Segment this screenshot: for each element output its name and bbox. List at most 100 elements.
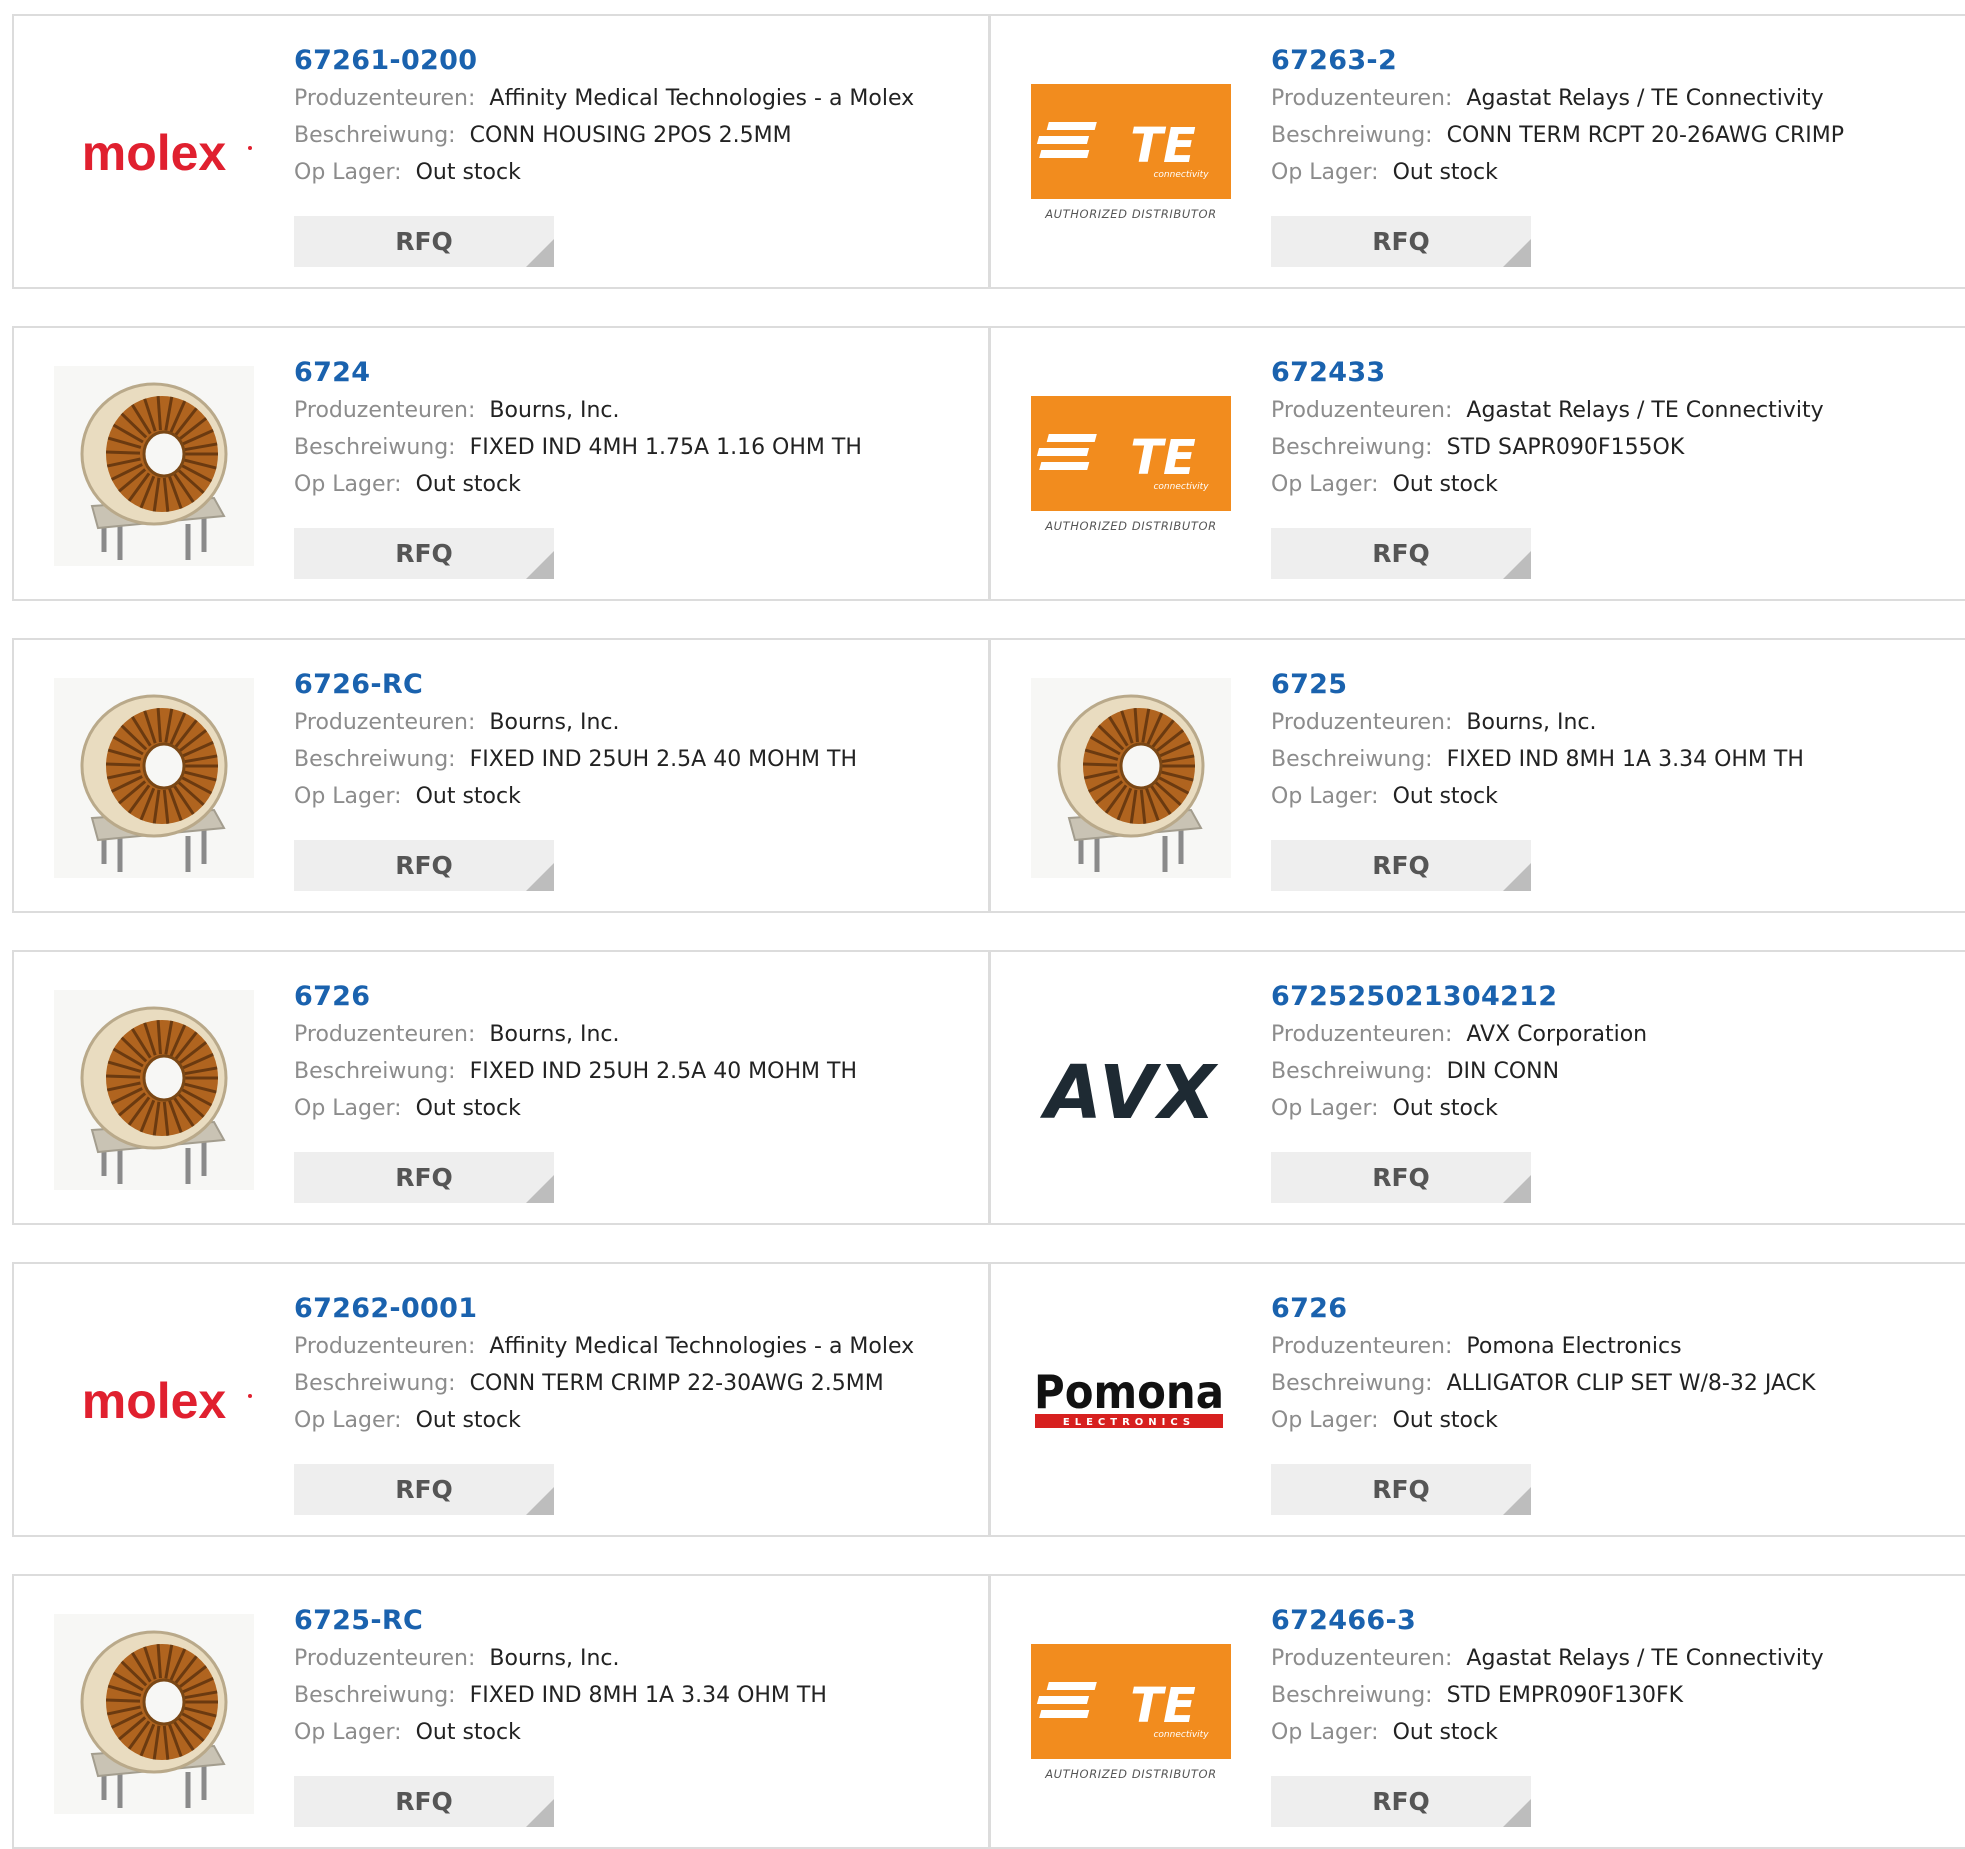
description-value: CONN HOUSING 2POS 2.5MM bbox=[469, 123, 792, 148]
manufacturer-value: Bourns, Inc. bbox=[489, 710, 620, 735]
corner-triangle-icon bbox=[1503, 863, 1531, 891]
part-number-link[interactable]: 67262-0001 bbox=[294, 1290, 978, 1328]
product-info: 67261-0200 Produzenteuren: Affinity Medica… bbox=[294, 42, 978, 191]
manufacturer-label: Produzenteuren: bbox=[1271, 86, 1453, 111]
rfq-button[interactable]: RFQ bbox=[294, 1152, 554, 1203]
stock-label: Op Lager: bbox=[294, 1408, 402, 1433]
te-connectivity-logo: TEconnectivity AUTHORIZED DISTRIBUTOR bbox=[1031, 84, 1231, 221]
product-row: 6725-RC Produzenteuren: Bourns, Inc. Beschr… bbox=[12, 1574, 1965, 1849]
svg-text:molex: molex bbox=[82, 1373, 227, 1429]
avx-logo: AVX bbox=[1040, 1050, 1218, 1130]
part-number-link[interactable]: 6726 bbox=[294, 978, 978, 1016]
info-line-manufacturer: Produzenteuren: Agastat Relays / TE Conne… bbox=[1271, 1640, 1955, 1677]
description-label: Beschreiwung: bbox=[294, 123, 456, 148]
description-value: FIXED IND 4MH 1.75A 1.16 OHM TH bbox=[469, 435, 862, 460]
info-line-manufacturer: Produzenteuren: Bourns, Inc. bbox=[1271, 704, 1955, 741]
product-row: molex 67262-0001 Produzenteuren: Affinity M… bbox=[12, 1262, 1965, 1537]
part-number-link[interactable]: 672433 bbox=[1271, 354, 1955, 392]
rfq-button[interactable]: RFQ bbox=[294, 1776, 554, 1827]
part-number-link[interactable]: 6726 bbox=[1271, 1290, 1955, 1328]
manufacturer-label: Produzenteuren: bbox=[294, 1334, 476, 1359]
manufacturer-logo: TE connectivity AUTHORIZED DISTRIBUTOR bbox=[1031, 366, 1231, 566]
stock-value: Out stock bbox=[415, 472, 521, 497]
manufacturer-value: AVX Corporation bbox=[1466, 1022, 1648, 1047]
manufacturer-value: Agastat Relays / TE Connectivity bbox=[1466, 398, 1824, 423]
corner-triangle-icon bbox=[526, 1175, 554, 1203]
corner-triangle-icon bbox=[526, 551, 554, 579]
svg-text:connectivity: connectivity bbox=[1153, 482, 1209, 492]
product-card: molex 67262-0001 Produzenteuren: Affinity M… bbox=[12, 1262, 990, 1537]
svg-text:connectivity: connectivity bbox=[1153, 170, 1209, 180]
manufacturer-label: Produzenteuren: bbox=[294, 1646, 476, 1671]
part-number-link[interactable]: 67263-2 bbox=[1271, 42, 1955, 80]
info-line-stock: Op Lager: Out stock bbox=[294, 154, 978, 191]
rfq-label: RFQ bbox=[395, 851, 453, 880]
rfq-label: RFQ bbox=[1372, 1475, 1430, 1504]
stock-label: Op Lager: bbox=[294, 160, 402, 185]
corner-triangle-icon bbox=[1503, 1799, 1531, 1827]
corner-triangle-icon bbox=[1503, 1487, 1531, 1515]
rfq-button[interactable]: RFQ bbox=[294, 840, 554, 891]
part-number-link[interactable]: 672466-3 bbox=[1271, 1602, 1955, 1640]
svg-text:connectivity: connectivity bbox=[1153, 1730, 1209, 1740]
product-info: 672525021304212 Produzenteuren: AVX Corpor… bbox=[1271, 978, 1955, 1127]
description-label: Beschreiwung: bbox=[1271, 747, 1433, 772]
svg-text:Pomona: Pomona bbox=[1034, 1365, 1224, 1419]
rfq-button[interactable]: RFQ bbox=[1271, 1776, 1531, 1827]
manufacturer-logo: AVX bbox=[1031, 990, 1231, 1190]
manufacturer-logo: TE connectivity AUTHORIZED DISTRIBUTOR bbox=[1031, 54, 1231, 254]
info-line-description: Beschreiwung: FIXED IND 4MH 1.75A 1.16 OH… bbox=[294, 429, 978, 466]
description-label: Beschreiwung: bbox=[294, 1371, 456, 1396]
info-line-description: Beschreiwung: ALLIGATOR CLIP SET W/8-32 J… bbox=[1271, 1365, 1955, 1402]
product-card: molex 67261-0200 Produzenteuren: Affinity M… bbox=[12, 14, 990, 289]
manufacturer-logo bbox=[54, 990, 254, 1190]
rfq-label: RFQ bbox=[1372, 851, 1430, 880]
pomona-logo: PomonaELECTRONICS bbox=[1034, 1365, 1224, 1428]
rfq-label: RFQ bbox=[395, 539, 453, 568]
description-value: STD SAPR090F155OK bbox=[1446, 435, 1685, 460]
part-number-link[interactable]: 672525021304212 bbox=[1271, 978, 1955, 1016]
stock-value: Out stock bbox=[415, 1720, 521, 1745]
info-line-manufacturer: Produzenteuren: Bourns, Inc. bbox=[294, 1016, 978, 1053]
rfq-button[interactable]: RFQ bbox=[1271, 840, 1531, 891]
part-number-link[interactable]: 6726-RC bbox=[294, 666, 978, 704]
manufacturer-value: Pomona Electronics bbox=[1466, 1334, 1682, 1359]
info-line-stock: Op Lager: Out stock bbox=[1271, 466, 1955, 503]
product-row: 6724 Produzenteuren: Bourns, Inc. Beschreiw… bbox=[12, 326, 1965, 601]
svg-text:AUTHORIZED DISTRIBUTOR: AUTHORIZED DISTRIBUTOR bbox=[1044, 207, 1217, 221]
rfq-button[interactable]: RFQ bbox=[294, 528, 554, 579]
description-label: Beschreiwung: bbox=[294, 1683, 456, 1708]
stock-label: Op Lager: bbox=[1271, 1720, 1379, 1745]
rfq-button[interactable]: RFQ bbox=[294, 216, 554, 267]
info-line-manufacturer: Produzenteuren: Agastat Relays / TE Conne… bbox=[1271, 392, 1955, 429]
rfq-button[interactable]: RFQ bbox=[1271, 216, 1531, 267]
rfq-label: RFQ bbox=[1372, 1787, 1430, 1816]
info-line-manufacturer: Produzenteuren: AVX Corporation bbox=[1271, 1016, 1955, 1053]
stock-value: Out stock bbox=[1392, 160, 1498, 185]
rfq-button[interactable]: RFQ bbox=[1271, 1464, 1531, 1515]
rfq-button[interactable]: RFQ bbox=[1271, 528, 1531, 579]
description-label: Beschreiwung: bbox=[1271, 435, 1433, 460]
manufacturer-value: Bourns, Inc. bbox=[489, 1022, 620, 1047]
rfq-button[interactable]: RFQ bbox=[294, 1464, 554, 1515]
toroid-inductor-icon bbox=[1031, 678, 1231, 878]
product-card: 6726 Produzenteuren: Bourns, Inc. Beschreiw… bbox=[12, 950, 990, 1225]
stock-value: Out stock bbox=[1392, 472, 1498, 497]
info-line-manufacturer: Produzenteuren: Bourns, Inc. bbox=[294, 392, 978, 429]
part-number-link[interactable]: 6725-RC bbox=[294, 1602, 978, 1640]
description-label: Beschreiwung: bbox=[1271, 123, 1433, 148]
rfq-button[interactable]: RFQ bbox=[1271, 1152, 1531, 1203]
part-number-link[interactable]: 6724 bbox=[294, 354, 978, 392]
info-line-description: Beschreiwung: CONN TERM CRIMP 22-30AWG 2.… bbox=[294, 1365, 978, 1402]
info-line-manufacturer: Produzenteuren: Affinity Medical Technolo… bbox=[294, 80, 978, 117]
manufacturer-logo: TE connectivity AUTHORIZED DISTRIBUTOR bbox=[1031, 1614, 1231, 1814]
product-card: 6725 Produzenteuren: Bourns, Inc. Beschreiw… bbox=[989, 638, 1965, 913]
part-number-link[interactable]: 67261-0200 bbox=[294, 42, 978, 80]
manufacturer-value: Agastat Relays / TE Connectivity bbox=[1466, 86, 1824, 111]
part-number-link[interactable]: 6725 bbox=[1271, 666, 1955, 704]
product-info: 6726-RC Produzenteuren: Bourns, Inc. Beschr… bbox=[294, 666, 978, 815]
manufacturer-logo bbox=[54, 366, 254, 566]
info-line-stock: Op Lager: Out stock bbox=[1271, 1402, 1955, 1439]
info-line-description: Beschreiwung: CONN HOUSING 2POS 2.5MM bbox=[294, 117, 978, 154]
info-line-stock: Op Lager: Out stock bbox=[1271, 1090, 1955, 1127]
